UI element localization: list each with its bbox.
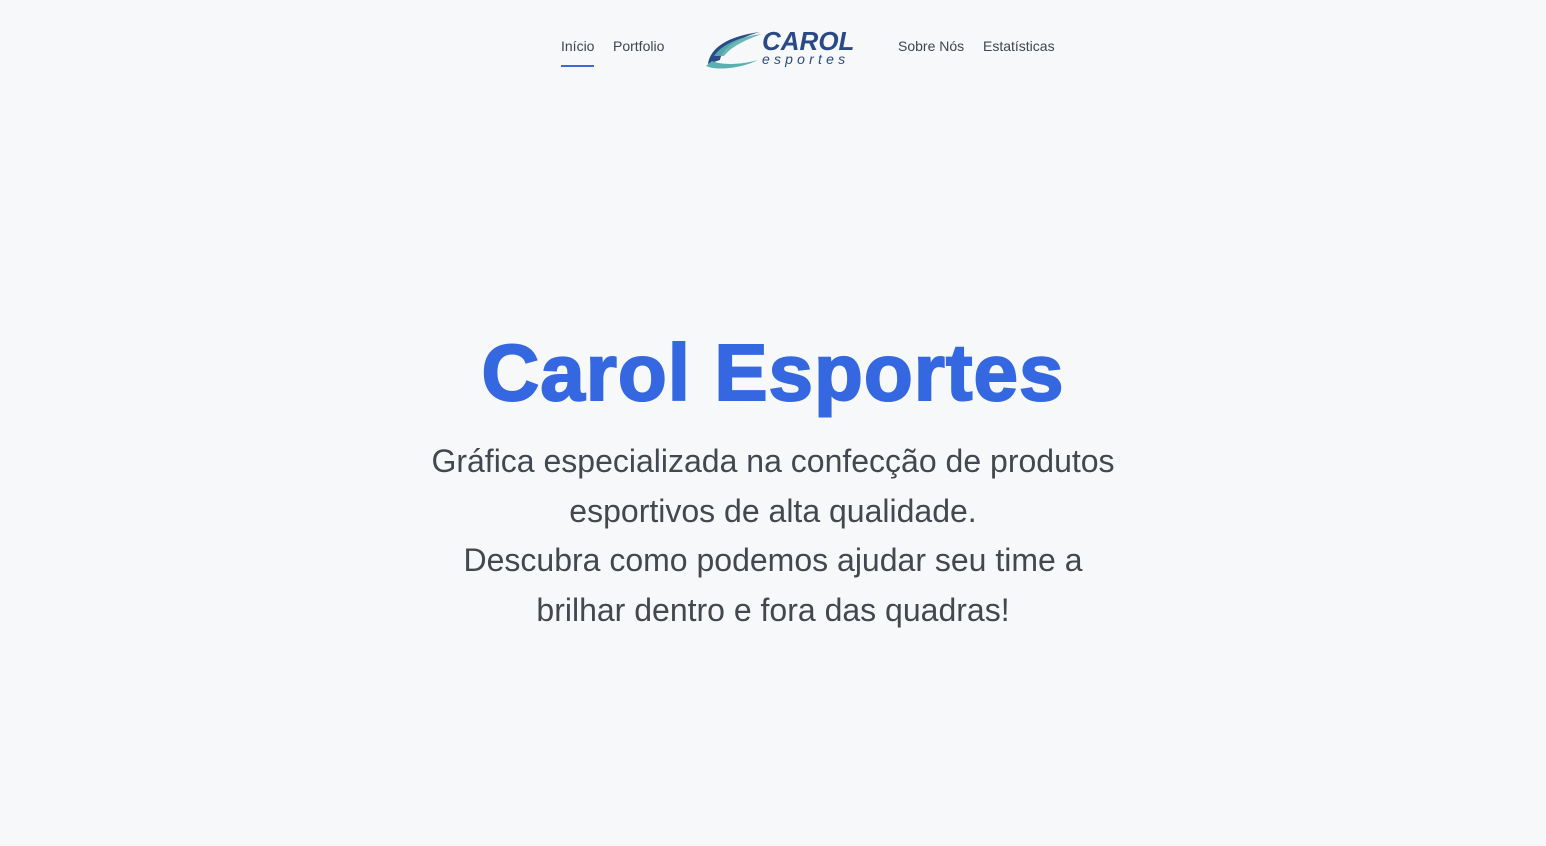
top-navigation: Início Portfolio CAROL esportes Sobre Nó…: [0, 0, 1546, 90]
hero-line: esportivos de alta qualidade.: [569, 492, 977, 529]
logo-tagline-text: esportes: [762, 51, 849, 67]
page: Início Portfolio CAROL esportes Sobre Nó…: [0, 0, 1546, 846]
hero-line: Gráfica especializada na confecção de pr…: [431, 443, 1115, 479]
swoosh-logo-icon: CAROL esportes: [706, 26, 854, 69]
hero-description: Gráfica especializada na confecção de pr…: [0, 437, 1546, 635]
brand-logo[interactable]: CAROL esportes: [704, 26, 860, 70]
nav-link-sobre-nos[interactable]: Sobre Nós: [898, 37, 964, 55]
nav-link-portfolio[interactable]: Portfolio: [613, 37, 664, 55]
nav-link-inicio[interactable]: Início: [561, 37, 595, 67]
hero-title: Carol Esportes: [480, 327, 1065, 418]
nav-link-estatisticas[interactable]: Estatísticas: [983, 37, 1055, 55]
hero-line: brilhar dentro e fora das quadras!: [536, 591, 1010, 628]
hero-line: Descubra como podemos ajudar seu time a: [463, 542, 1083, 578]
